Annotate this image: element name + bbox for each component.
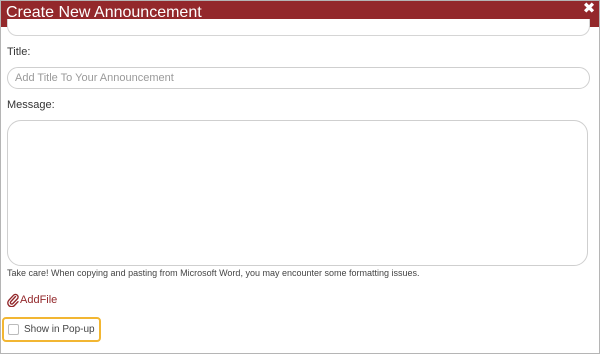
announcement-dialog: Create New Announcement ✖ Title: Message… xyxy=(0,0,600,354)
show-in-popup-option[interactable]: Show in Pop-up xyxy=(2,317,101,342)
close-icon[interactable]: ✖ xyxy=(582,1,596,17)
message-label: Message: xyxy=(7,99,55,111)
formatting-warning: Take care! When copying and pasting from… xyxy=(7,268,420,278)
title-input[interactable] xyxy=(7,67,590,89)
message-textarea[interactable] xyxy=(7,120,588,266)
add-file-link[interactable]: AddFile xyxy=(7,293,57,307)
add-file-label: AddFile xyxy=(20,294,58,306)
paperclip-icon xyxy=(7,293,19,307)
scrolled-field-edge xyxy=(7,19,590,36)
show-in-popup-checkbox[interactable] xyxy=(8,324,19,335)
title-label: Title: xyxy=(7,46,31,58)
show-in-popup-label: Show in Pop-up xyxy=(24,324,95,335)
